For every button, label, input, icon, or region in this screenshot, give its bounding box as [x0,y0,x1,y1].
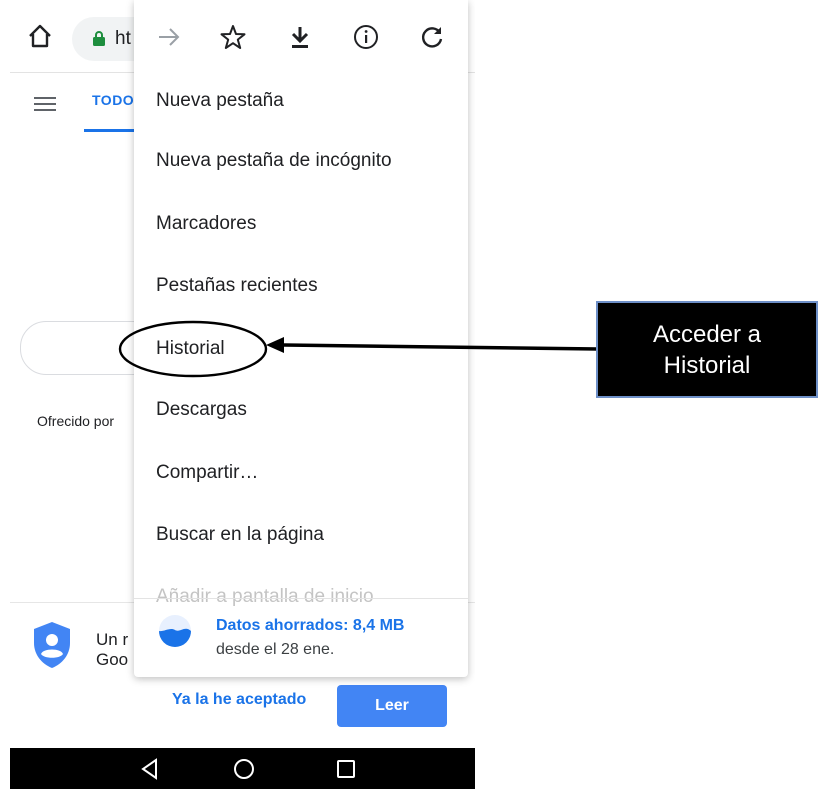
menu-item-share[interactable]: Compartir… [134,442,468,504]
info-icon[interactable] [353,24,379,50]
consent-line-2: Goo [96,650,129,669]
menu-item-bookmarks[interactable]: Marcadores [134,193,468,255]
forward-icon[interactable] [156,24,182,50]
back-icon[interactable] [138,757,162,781]
menu-icon-row [134,0,468,72]
menu-item-new-tab[interactable]: Nueva pestaña [134,70,468,132]
circle-home-icon[interactable] [232,757,256,781]
already-accepted-button[interactable]: Ya la he aceptado [172,691,306,709]
lock-icon [93,31,105,46]
system-nav-bar [10,748,475,789]
offered-by-text: Ofrecido por [37,413,115,429]
callout-line-2: Historial [663,351,751,379]
phone-screen: ht TODO Ofrecido por Un r Goo Ya la he a… [10,0,475,789]
callout-line-1: Acceder a [652,320,762,348]
recents-icon[interactable] [334,757,358,781]
data-saver-icon [159,615,191,647]
home-icon[interactable] [27,23,53,49]
menu-item-recent-tabs[interactable]: Pestañas recientes [134,255,468,317]
menu-item-downloads[interactable]: Descargas [134,379,468,441]
callout-box: Acceder a Historial [596,301,818,398]
url-text: ht [115,28,131,49]
menu-item-find-in-page[interactable]: Buscar en la página [134,504,468,566]
consent-line-1: Un r [96,630,129,649]
menu-divider [134,598,468,599]
annotation-arrow [266,337,599,353]
shield-icon [34,622,70,668]
read-button[interactable]: Leer [337,685,447,727]
hamburger-icon[interactable] [34,97,56,111]
reload-icon[interactable] [419,24,445,50]
consent-text: Un r Goo [96,630,128,670]
star-icon[interactable] [220,24,246,50]
tab-todo[interactable]: TODO [92,92,134,108]
data-saver-title[interactable]: Datos ahorrados: 8,4 MB [216,617,404,635]
data-saver-subtitle: desde el 28 ene. [216,641,335,658]
history-highlight-ellipse [118,320,268,378]
menu-item-incognito-tab[interactable]: Nueva pestaña de incógnito [134,130,468,192]
download-icon[interactable] [287,24,313,50]
menu-item-add-to-home[interactable]: Añadir a pantalla de inicio [134,586,468,606]
